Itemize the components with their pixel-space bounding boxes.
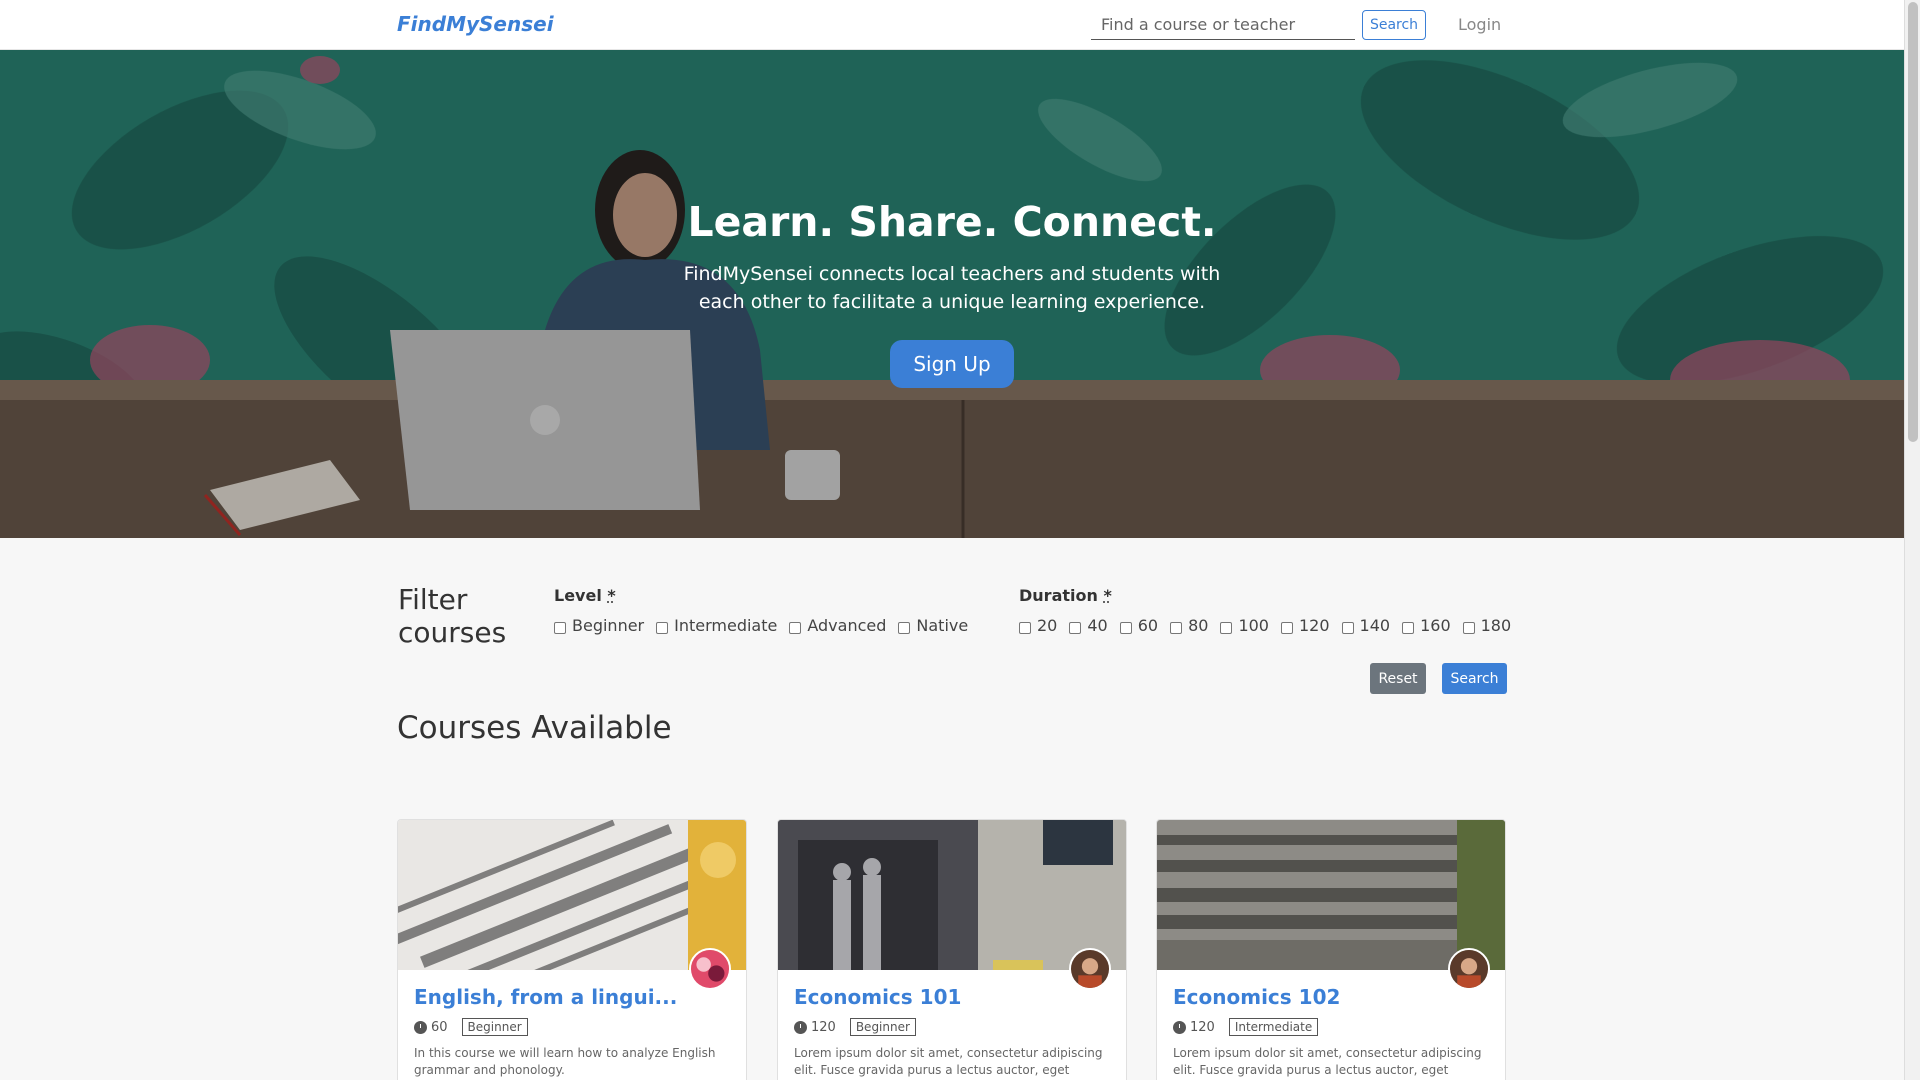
course-card[interactable]: Economics 102 120 Intermediate Lorem ips…	[1156, 819, 1506, 1080]
duration-option-140[interactable]: 140	[1341, 616, 1391, 635]
duration-option-label: 80	[1188, 616, 1209, 635]
course-description: Lorem ipsum dolor sit amet, consectetur …	[794, 1046, 1103, 1077]
checkbox[interactable]	[1462, 621, 1475, 634]
duration-option-label: 100	[1238, 616, 1269, 635]
courses-heading: Courses Available	[397, 710, 672, 746]
duration-label-text: Duration	[1019, 586, 1098, 605]
duration-option-label: 40	[1087, 616, 1108, 635]
checkbox[interactable]	[898, 621, 911, 634]
duration-option-label: 160	[1420, 616, 1451, 635]
hero-title: Learn. Share. Connect.	[687, 198, 1217, 246]
level-option-beginner[interactable]: Beginner	[554, 616, 644, 635]
level-option-label: Advanced	[807, 616, 887, 635]
course-duration: 120	[1190, 1019, 1215, 1035]
filter-title: Filter courses	[398, 583, 507, 649]
level-badge: Beginner	[849, 1018, 916, 1036]
login-link[interactable]: Login	[1458, 15, 1501, 34]
filter-search-button[interactable]: Search	[1442, 663, 1507, 694]
level-required-mark: *	[607, 586, 616, 605]
signup-button[interactable]: Sign Up	[890, 340, 1014, 388]
duration-option-100[interactable]: 100	[1220, 616, 1269, 635]
course-card[interactable]: English, from a lingui... 60 Beginner In…	[397, 819, 747, 1080]
duration-option-label: 60	[1137, 616, 1159, 635]
level-option-label: Beginner	[572, 616, 645, 635]
checkbox[interactable]	[1119, 621, 1132, 634]
duration-option-120[interactable]: 120	[1280, 616, 1330, 635]
course-image	[398, 820, 746, 970]
duration-options: 20 40 60 80 100 120 140 160 180	[1019, 616, 1523, 635]
course-title[interactable]: Economics 102	[1173, 985, 1340, 1009]
course-description: Lorem ipsum dolor sit amet, consectetur …	[1173, 1046, 1482, 1077]
checkbox[interactable]	[1069, 621, 1082, 634]
course-title[interactable]: Economics 101	[794, 985, 961, 1009]
checkbox[interactable]	[656, 621, 669, 634]
duration-required-mark: *	[1103, 586, 1112, 605]
search-input[interactable]	[1091, 10, 1355, 40]
scrollbar-thumb[interactable]	[1908, 2, 1918, 442]
checkbox[interactable]	[789, 621, 802, 634]
clock-icon	[414, 1020, 427, 1034]
course-meta: 120 Beginner	[794, 1018, 916, 1036]
duration-label: Duration *	[1019, 586, 1112, 605]
level-option-native[interactable]: Native	[898, 616, 968, 635]
teacher-avatar[interactable]	[1069, 948, 1111, 990]
teacher-avatar[interactable]	[689, 948, 731, 990]
course-card[interactable]: Economics 101 120 Beginner Lorem ipsum d…	[777, 819, 1127, 1080]
course-image	[778, 820, 1126, 970]
course-duration: 120	[811, 1019, 836, 1035]
level-options: Beginner Intermediate Advanced Native	[554, 616, 980, 635]
duration-option-label: 180	[1480, 616, 1512, 635]
duration-option-20[interactable]: 20	[1019, 616, 1057, 635]
duration-option-60[interactable]: 60	[1119, 616, 1159, 635]
duration-option-160[interactable]: 160	[1402, 616, 1451, 635]
duration-option-label: 120	[1298, 616, 1330, 635]
hero-banner: Learn. Share. Connect. FindMySensei conn…	[0, 50, 1904, 538]
level-label: Level *	[554, 586, 616, 605]
level-option-label: Native	[916, 616, 969, 635]
checkbox[interactable]	[1341, 621, 1354, 634]
duration-option-label: 140	[1359, 616, 1391, 635]
checkbox[interactable]	[1402, 621, 1415, 634]
level-option-label: Intermediate	[674, 616, 778, 635]
page-scrollbar[interactable]	[1904, 0, 1920, 1080]
clock-icon	[1173, 1020, 1186, 1034]
level-badge: Beginner	[461, 1018, 528, 1036]
level-option-advanced[interactable]: Advanced	[789, 616, 886, 635]
clock-icon	[794, 1020, 807, 1034]
course-image	[1157, 820, 1505, 970]
duration-option-40[interactable]: 40	[1069, 616, 1108, 635]
course-description: In this course we will learn how to anal…	[414, 1046, 716, 1077]
duration-option-80[interactable]: 80	[1170, 616, 1208, 635]
brand-logo[interactable]: FindMySensei	[397, 12, 554, 36]
checkbox[interactable]	[1220, 621, 1233, 634]
course-duration: 60	[431, 1019, 448, 1035]
level-label-text: Level	[554, 586, 602, 605]
checkbox[interactable]	[1170, 621, 1183, 634]
checkbox[interactable]	[554, 621, 566, 634]
reset-button[interactable]: Reset	[1370, 663, 1426, 694]
hero-subtitle: FindMySensei connects local teachers and…	[683, 263, 1221, 313]
level-badge: Intermediate	[1228, 1018, 1319, 1036]
nav-search-button[interactable]: Search	[1362, 10, 1426, 40]
teacher-avatar[interactable]	[1448, 948, 1490, 990]
duration-option-label: 20	[1037, 616, 1058, 635]
level-option-intermediate[interactable]: Intermediate	[656, 616, 777, 635]
course-meta: 120 Intermediate	[1173, 1018, 1319, 1036]
course-meta: 60 Beginner	[414, 1018, 528, 1036]
duration-option-180[interactable]: 180	[1462, 616, 1512, 635]
checkbox[interactable]	[1280, 621, 1293, 634]
course-title[interactable]: English, from a lingui...	[414, 985, 677, 1009]
navbar: FindMySensei Search Login	[0, 0, 1904, 50]
checkbox[interactable]	[1019, 621, 1031, 634]
